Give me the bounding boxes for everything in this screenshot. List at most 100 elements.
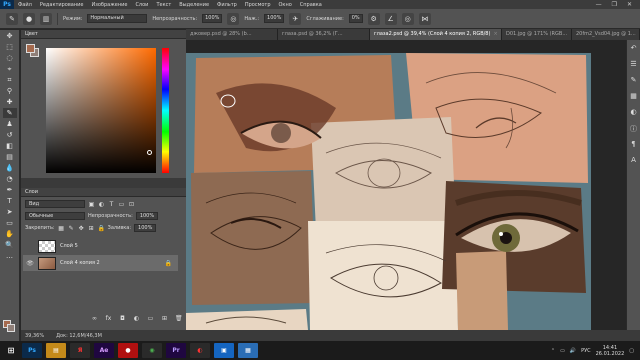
link-icon[interactable]: ∞ [91,315,98,322]
type-tool-icon[interactable]: T [3,196,17,206]
adjustment-icon[interactable]: ◐ [133,315,140,322]
stamp-tool-icon[interactable]: ♟ [3,119,17,129]
color-picker-marker[interactable] [147,150,152,155]
eraser-tool-icon[interactable]: ◧ [3,141,17,151]
network-icon[interactable]: ▭ [560,348,565,354]
taskbar-app-icon[interactable]: Pr [166,343,186,358]
paragraph-panel-icon[interactable]: ¶ [629,140,639,150]
new-layer-icon[interactable]: ⊞ [161,315,168,322]
background-color-swatch[interactable] [7,324,15,332]
character-panel-icon[interactable]: A [629,156,639,166]
filter-type-icon[interactable]: T [108,201,115,208]
airbrush-icon[interactable]: ✈ [289,12,302,25]
tab-document[interactable]: 20fm2_Vsd04.jpg @ 1... [572,29,640,40]
taskbar-app-icon[interactable]: ▦ [238,343,258,358]
lasso-tool-icon[interactable]: ◌ [3,53,17,63]
tray-up-arrow-icon[interactable]: ⌃ [551,348,555,354]
filter-shape-icon[interactable]: ▭ [118,201,125,208]
menu-text[interactable]: Текст [152,2,175,8]
taskbar-app-icon[interactable]: ▣ [214,343,234,358]
menu-select[interactable]: Выделение [175,2,213,8]
windows-start-icon[interactable]: ⊞ [4,343,18,358]
brush-tool-icon[interactable]: ✎ [2,108,17,118]
symmetry-icon[interactable]: ⋈ [418,12,431,25]
angle-icon[interactable]: ∠ [384,12,397,25]
brush-panel-icon[interactable]: ✎ [629,76,639,86]
taskbar-app-icon[interactable]: ▤ [46,343,66,358]
lock-position-icon[interactable]: ✥ [78,225,85,232]
crop-tool-icon[interactable]: ⌗ [3,75,17,85]
hand-tool-icon[interactable]: ✋ [3,229,17,239]
brush-settings-icon[interactable]: ▥ [40,12,52,25]
pressure-field[interactable]: 100% [264,14,285,23]
swatches-panel-icon[interactable]: ▦ [629,92,639,102]
close-tab-icon[interactable]: × [493,31,497,37]
maximize-button[interactable]: ❐ [612,1,617,8]
healing-tool-icon[interactable]: ✚ [3,97,17,107]
lock-pixels-icon[interactable]: ✎ [68,225,75,232]
menu-view[interactable]: Просмотр [241,2,275,8]
zoom-level[interactable]: 39,36% [25,333,44,339]
tab-layers[interactable]: Слои [21,188,186,197]
layer-opacity-field[interactable]: 100% [135,212,159,220]
taskbar-app-icon[interactable]: ● [118,343,138,358]
eye-icon[interactable]: 👁 [26,260,34,267]
hue-slider[interactable] [162,48,169,173]
color-picker-field[interactable] [46,48,156,173]
eyedropper-tool-icon[interactable]: ⚲ [3,86,17,96]
tab-document[interactable]: джовер.psd @ 28% (b... [186,29,278,40]
gradient-tool-icon[interactable]: ▤ [3,152,17,162]
layer-row[interactable]: Слой 5 [23,238,178,254]
layer-row-selected[interactable]: 👁 Слой 4 копия 2 🔒 [23,255,178,271]
tab-document[interactable]: D01.jpg @ 171% (RGB... [502,29,572,40]
pressure-size-icon[interactable]: ◎ [401,12,414,25]
layer-filter-select[interactable]: Вид [25,200,85,208]
lock-transparency-icon[interactable]: ▦ [58,225,65,232]
menu-help[interactable]: Справка [296,2,326,8]
blend-mode-select[interactable]: Обычные [25,212,85,220]
mode-select[interactable]: Нормальный [87,14,148,23]
fill-field[interactable]: 100% [134,224,157,232]
canvas[interactable] [186,53,591,330]
path-select-tool-icon[interactable]: ➤ [3,207,17,217]
shape-tool-icon[interactable]: ▭ [3,218,17,228]
more-tools-icon[interactable]: … [3,251,17,261]
filter-pixel-icon[interactable]: ▣ [88,201,95,208]
menu-image[interactable]: Изображение [87,2,131,8]
taskbar-app-icon[interactable]: Ps [22,343,42,358]
menu-layers[interactable]: Слои [131,2,152,8]
keyboard-language[interactable]: РУС [581,348,591,354]
taskbar-app-icon[interactable]: Ae [94,343,114,358]
group-icon[interactable]: ▭ [147,315,154,322]
move-tool-icon[interactable]: ✥ [3,31,17,41]
properties-panel-icon[interactable]: ☰ [629,60,639,70]
history-panel-icon[interactable]: ↶ [629,44,639,54]
brush-tool-preset-icon[interactable]: ✎ [6,12,18,25]
fx-icon[interactable]: fx [105,315,112,322]
tab-document[interactable]: глаза.psd @ 36,2% (Г... [278,29,370,40]
notification-icon[interactable]: ▢ [629,348,634,354]
menu-filter[interactable]: Фильтр [213,2,241,8]
opacity-field[interactable]: 100% [202,14,223,23]
pen-tool-icon[interactable]: ✒ [3,185,17,195]
tab-document-active[interactable]: глаза2.psd @ 39,4% (Слой 4 копия 2, RGB/… [370,29,502,40]
taskbar-app-icon[interactable]: Я [70,343,90,358]
menu-edit[interactable]: Редактирование [36,2,88,8]
smoothing-field[interactable]: 0% [348,14,363,23]
filter-adjust-icon[interactable]: ◐ [98,201,105,208]
taskbar-app-icon[interactable]: ◐ [190,343,210,358]
menu-file[interactable]: Файл [14,2,36,8]
smoothing-settings-icon[interactable]: ⚙ [367,12,380,25]
pressure-opacity-icon[interactable]: ◎ [227,12,240,25]
tab-color[interactable]: Цвет [21,30,186,39]
taskbar-app-icon[interactable]: ◉ [142,343,162,358]
mask-icon[interactable]: ◘ [119,315,126,322]
foreground-swatch[interactable] [26,44,35,53]
lock-artboard-icon[interactable]: ⊞ [88,225,95,232]
minimize-button[interactable]: — [596,1,602,8]
clock[interactable]: 14:41 26.01.2022 [596,345,625,357]
info-panel-icon[interactable]: ⓘ [629,124,639,134]
volume-icon[interactable]: 🔊 [570,348,576,354]
filter-smart-icon[interactable]: ⊡ [128,201,135,208]
history-brush-tool-icon[interactable]: ↺ [3,130,17,140]
